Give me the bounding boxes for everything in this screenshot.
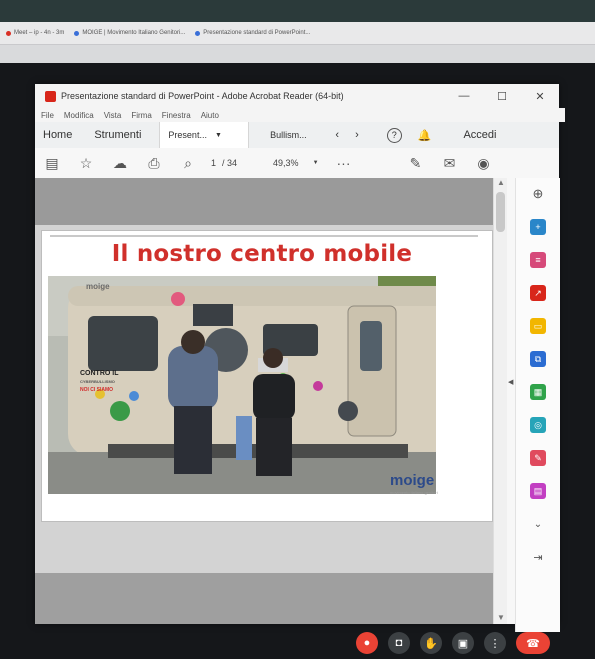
chevron-down-icon[interactable]: ▼ [313,160,319,166]
meet-controls: ● ◘ ✋ ▣ ⋮ ☎ [356,630,550,656]
logo-subtitle: movimento italiano genitori [390,490,438,495]
more-tools-icon[interactable]: ··· [327,148,361,178]
van-slogan-line: NOI CI SIAMO [80,387,114,393]
site-tab-icon [74,30,80,36]
document-view[interactable]: Il nostro centro mobile moige CONTRO IL … [35,178,493,624]
browser-tab-moige[interactable]: MOIGE | Movimento Italiano Genitori... [74,30,185,36]
vertical-scrollbar[interactable]: ▲ ▼ [493,178,508,624]
browser-toolbar [0,45,595,63]
van-slogan-line: CONTRO IL [80,370,119,377]
logo-text: moige [390,472,435,489]
save-icon[interactable]: ▤ [35,148,69,178]
zoom-in-icon[interactable]: ⊕ [530,186,546,202]
browser-tab-presentation[interactable]: Presentazione standard di PowerPoint... [195,30,310,36]
window-title: Presentazione standard di PowerPoint - A… [61,91,344,101]
moige-logo: moige movimento italiano genitori [390,472,438,495]
scrollbar-thumb[interactable] [496,192,505,232]
star-icon[interactable]: ☆ [69,148,103,178]
cloud-upload-icon[interactable]: ☁ [103,148,137,178]
menu-help[interactable]: Aiuto [201,111,219,120]
browser-tab-label: MOIGE | Movimento Italiano Genitori... [82,30,186,36]
tools-pane: ⊕ + ≡ ↗ ▭ ⧉ ▦ ◎ ✎ ▤ ⌄ ⇥ [515,178,560,632]
van-slogan: CONTRO IL CYBERBULLISMO NOI CI SIAMO [80,370,119,394]
chevron-down-icon[interactable]: ▼ [215,132,222,139]
van-slogan-line: CYBERBULLISMO [80,379,115,384]
menu-view[interactable]: Vista [104,111,122,120]
menu-window[interactable]: Finestra [162,111,191,120]
share-user-icon[interactable]: ◉ [467,148,501,178]
tab-document-presentation[interactable]: Present... ▼ [159,122,250,148]
mail-icon[interactable]: ✉ [433,148,467,178]
tab-home[interactable]: Home [35,122,80,148]
menu-edit[interactable]: Modifica [64,111,94,120]
combine-files-icon[interactable]: ⧉ [530,351,546,367]
tab-document-label: Present... [168,130,207,140]
site-tab-icon [195,30,201,36]
more-tools-chevron-icon[interactable]: ⌄ [530,516,546,532]
menu-file[interactable]: File [41,111,54,120]
more-options-icon[interactable]: ⋮ [484,632,506,654]
mic-off-icon[interactable]: ● [356,632,378,654]
end-call-button[interactable]: ☎ [516,632,550,654]
acrobat-tab-bar: Home Strumenti Present... ▼ Bullism... ‹… [35,122,559,149]
panel-collapse-handle[interactable]: ◀ [507,178,515,624]
present-screen-icon[interactable]: ▣ [452,632,474,654]
tab-tools[interactable]: Strumenti [86,122,149,148]
browser-tab-meet[interactable]: Meet – ip - 4n - 3m [6,30,64,36]
maximize-button[interactable]: ☐ [483,84,521,108]
menu-bar: File Modifica Vista Firma Finestra Aiuto [35,108,565,122]
acrobat-titlebar: Presentazione standard di PowerPoint - A… [35,84,559,108]
zoom-select[interactable]: 49,3% ▼ [273,155,318,171]
page-total: / 34 [222,158,238,168]
tab-document-label: Bullism... [270,130,307,140]
browser-tab-label: Meet – ip - 4n - 3m [14,30,65,36]
menu-sign[interactable]: Firma [131,111,151,120]
fill-sign-icon[interactable]: ✎ [530,450,546,466]
acrobat-app-icon [45,90,56,102]
slide-title: Il nostro centro mobile [111,241,413,267]
collapse-pane-icon[interactable]: ⇥ [530,549,546,565]
print-icon[interactable]: ⎙ [137,148,171,178]
minimize-button[interactable]: — [445,84,483,108]
edit-pdf-icon[interactable]: ≡ [530,252,546,268]
collapse-arrow-icon[interactable]: ◀ [508,378,513,386]
comment-icon[interactable]: ▭ [530,318,546,334]
raise-hand-icon[interactable]: ✋ [420,632,442,654]
acrobat-toolbar: ▤ ☆ ☁ ⎙ ⌕ 1 / 34 49,3% ▼ ··· ✎ ✉ ◉ [35,148,559,179]
tab-document-bullismo[interactable]: Bullism... [249,122,327,148]
acrobat-window: Presentazione standard di PowerPoint - A… [35,84,565,632]
help-icon[interactable]: ? [379,122,410,148]
zoom-search-icon[interactable]: ⌕ [171,148,205,178]
close-button[interactable]: ✕ [521,84,559,108]
organize-pages-icon[interactable]: ▦ [530,384,546,400]
scroll-down-icon[interactable]: ▼ [494,613,508,622]
create-pdf-icon[interactable]: + [530,219,546,235]
bell-icon[interactable]: 🔔 [410,122,440,148]
slide-divider [50,235,478,237]
signin-button[interactable]: Accedi [455,122,504,148]
tab-scroll-left-icon[interactable]: ‹ [327,122,347,148]
send-for-signature-icon[interactable]: ▤ [530,483,546,499]
mobile-center-photo: moige CONTRO IL CYBERBULLISMO NOI CI SIA… [48,276,436,494]
page-current[interactable]: 1 [211,158,216,168]
scroll-up-icon[interactable]: ▲ [494,178,508,187]
page-number-field[interactable]: 1 / 34 [211,155,237,171]
zoom-value: 49,3% [273,158,299,168]
next-page-top [35,573,493,624]
browser-tab-label: Presentazione standard di PowerPoint... [203,30,311,36]
export-pdf-icon[interactable]: ↗ [530,285,546,301]
previous-page-bottom [35,178,493,225]
monitor-bezel [0,0,595,22]
window-controls: — ☐ ✕ [445,84,559,108]
camera-icon[interactable]: ◘ [388,632,410,654]
sign-pen-icon[interactable]: ✎ [399,148,433,178]
tab-scroll-right-icon[interactable]: › [347,122,367,148]
meet-tab-icon [6,30,11,36]
van-logo: moige [86,282,110,291]
scan-icon[interactable]: ◎ [530,417,546,433]
browser-tab-strip: Meet – ip - 4n - 3m MOIGE | Movimento It… [0,22,595,45]
